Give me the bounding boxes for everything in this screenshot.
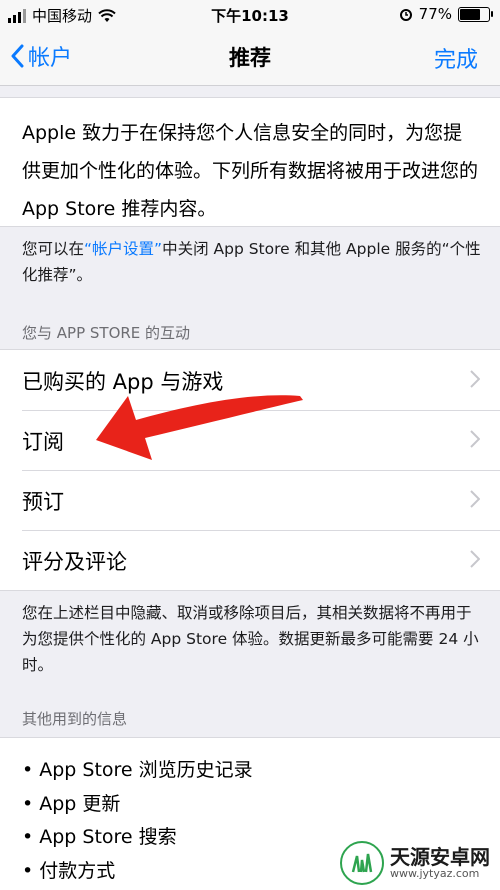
interaction-list: 已购买的 App 与游戏 订阅 预订 评分及评论 xyxy=(0,349,500,591)
battery-percent: 77% xyxy=(418,5,452,23)
battery-icon xyxy=(458,6,493,22)
chevron-right-icon xyxy=(470,490,480,508)
other-info-label: App 更新 xyxy=(39,792,121,815)
list-item-label: 评分及评论 xyxy=(22,550,127,574)
list-item: • App 更新 xyxy=(22,792,121,815)
settings-note-prefix: 您可以在 xyxy=(22,240,85,258)
watermark: 天源安卓网 www.jytyaz.com xyxy=(340,841,490,885)
alarm-clock-icon xyxy=(399,9,412,21)
list-item-ratings-reviews[interactable]: 评分及评论 xyxy=(0,530,500,590)
intro-card: Apple 致力于在保持您个人信息安全的同时，为您提供更加个性化的体验。下列所有… xyxy=(0,97,500,227)
watermark-url: www.jytyaz.com xyxy=(390,866,480,880)
other-info-label: App Store 浏览历史记录 xyxy=(39,759,253,781)
other-info-label: App Store 搜索 xyxy=(39,826,177,848)
settings-note: 您可以在“帐户设置”中关闭 App Store 和其他 Apple 服务的“个性… xyxy=(22,236,482,288)
chevron-right-icon xyxy=(470,370,480,388)
chevron-right-icon xyxy=(470,550,480,568)
list-item: • App Store 浏览历史记录 xyxy=(22,759,253,781)
other-info-label: 付款方式 xyxy=(39,859,116,882)
list-item-purchased[interactable]: 已购买的 App 与游戏 xyxy=(0,350,500,410)
account-settings-link[interactable]: “帐户设置” xyxy=(84,240,162,258)
list-item-label: 已购买的 App 与游戏 xyxy=(22,370,224,394)
intro-text: Apple 致力于在保持您个人信息安全的同时，为您提供更加个性化的体验。下列所有… xyxy=(22,122,479,220)
watermark-text: 天源安卓网 www.jytyaz.com xyxy=(390,847,490,880)
page-title: 推荐 xyxy=(229,46,271,70)
watermark-logo-icon xyxy=(340,841,384,885)
list-item-preorders[interactable]: 预订 xyxy=(0,470,500,530)
section-header-interactions: 您与 APP STORE 的互动 xyxy=(22,324,191,342)
watermark-name: 天源安卓网 xyxy=(390,844,490,869)
section-header-other-info: 其他用到的信息 xyxy=(22,710,128,728)
list-item-label: 订阅 xyxy=(22,430,64,454)
chevron-right-icon xyxy=(470,430,480,448)
removal-note: 您在上述栏目中隐藏、取消或移除项目后，其相关数据将不再用于为您提供个性化的 Ap… xyxy=(22,604,479,674)
status-bar: 中国移动 下午10:13 77% xyxy=(0,0,500,30)
list-item-label: 预订 xyxy=(22,490,64,514)
navigation-bar: 帐户 推荐 完成 xyxy=(0,30,500,86)
status-right: 77% xyxy=(399,5,493,23)
list-item-subscriptions[interactable]: 订阅 xyxy=(0,410,500,470)
done-button[interactable]: 完成 xyxy=(434,42,478,74)
